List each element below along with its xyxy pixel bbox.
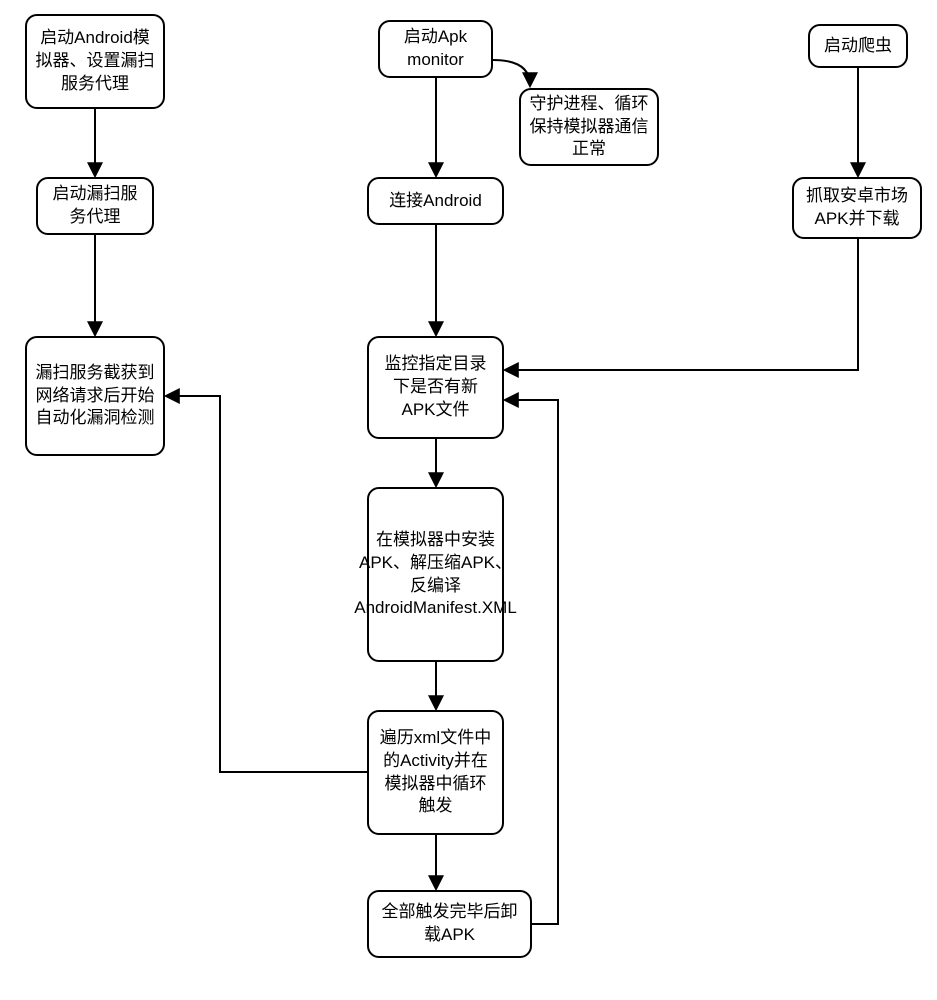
node-start-apk-monitor: 启动Apk monitor bbox=[378, 20, 493, 78]
node-start-emulator: 启动Android模拟器、设置漏扫服务代理 bbox=[25, 14, 165, 109]
node-start-crawler: 启动爬虫 bbox=[808, 24, 908, 68]
node-crawl-apk: 抓取安卓市场APK并下载 bbox=[792, 177, 922, 239]
node-connect-android: 连接Android bbox=[367, 177, 504, 225]
node-install-apk: 在模拟器中安装APK、解压缩APK、反编译AndroidManifest.XML bbox=[367, 487, 504, 662]
node-start-vuln-proxy: 启动漏扫服务代理 bbox=[36, 177, 154, 235]
node-uninstall-apk: 全部触发完毕后卸载APK bbox=[367, 890, 532, 958]
node-monitor-dir: 监控指定目录下是否有新APK文件 bbox=[367, 336, 504, 439]
node-traverse-activity: 遍历xml文件中的Activity并在模拟器中循环触发 bbox=[367, 710, 504, 835]
node-vuln-detect: 漏扫服务截获到网络请求后开始自动化漏洞检测 bbox=[25, 336, 165, 456]
node-daemon-loop: 守护进程、循环保持模拟器通信正常 bbox=[519, 88, 659, 166]
